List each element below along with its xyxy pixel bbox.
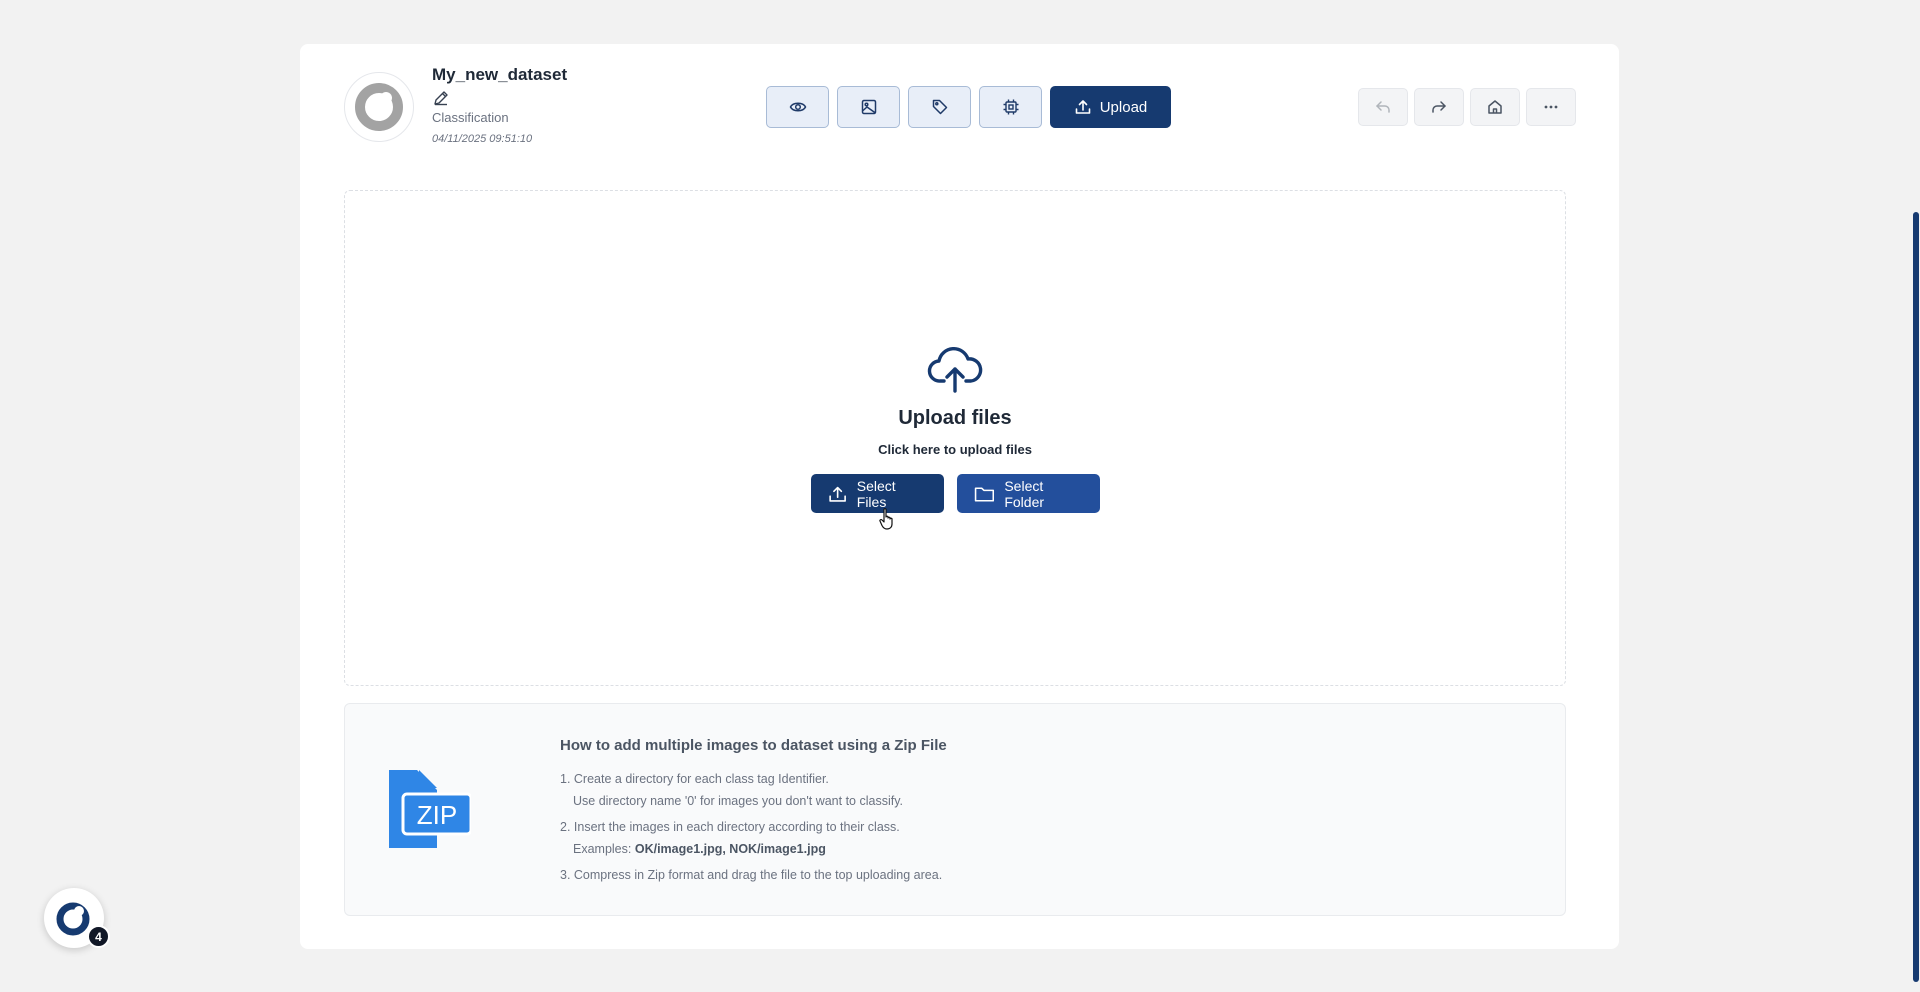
dropzone-content: Upload files Click here to upload files …	[345, 347, 1565, 513]
select-files-label: Select Files	[856, 477, 896, 510]
zip-help-title: How to add multiple images to dataset us…	[560, 737, 947, 754]
dataset-name: My_new_dataset	[432, 65, 568, 84]
step-2-examples: Examples: OK/image1.jpg, NOK/image1.jpg	[560, 838, 947, 860]
select-folder-label: Select Folder	[1004, 477, 1045, 510]
undo-icon	[1376, 101, 1390, 113]
tag-icon	[932, 99, 947, 115]
select-folder-button[interactable]: Select Folder	[956, 474, 1100, 513]
redo-button[interactable]	[1414, 88, 1464, 126]
step-1-note: Use directory name '0' for images you do…	[573, 794, 903, 808]
dropzone-subtitle: Click here to upload files	[878, 442, 1032, 457]
more-icon	[1544, 105, 1558, 109]
hand-cursor-icon	[879, 508, 893, 530]
view-button[interactable]	[766, 86, 829, 128]
zip-help-panel: ZIP How to add multiple images to datase…	[344, 703, 1566, 916]
step-1-text: 1. Create a directory for each class tag…	[560, 772, 829, 786]
home-icon	[1488, 100, 1502, 114]
zip-file-icon: ZIP	[389, 770, 471, 848]
step-3-text: 3. Compress in Zip format and drag the f…	[560, 868, 943, 882]
dataset-title-block: My_new_dataset Classification 04/11/2025…	[432, 64, 567, 146]
upload-button-label: Upload	[1099, 98, 1148, 116]
chip-icon	[1003, 99, 1018, 115]
dataset-logo-icon	[355, 83, 403, 131]
step-1: 1. Create a directory for each class tag…	[560, 768, 947, 812]
notification-badge: 4	[87, 925, 110, 948]
select-files-button[interactable]: Select Files	[810, 474, 944, 513]
upload-icon	[828, 486, 846, 502]
tags-button[interactable]	[908, 86, 971, 128]
cloud-upload-icon	[927, 347, 983, 393]
redo-icon	[1432, 101, 1446, 113]
dataset-toolbar: Upload	[766, 86, 1171, 128]
home-button[interactable]	[1470, 88, 1520, 126]
more-button[interactable]	[1526, 88, 1576, 126]
upload-icon	[1075, 100, 1091, 114]
dataset-date: 04/11/2025 09:51:10	[432, 133, 533, 145]
zip-help-text: How to add multiple images to dataset us…	[560, 737, 947, 890]
step-2: 2. Insert the images in each directory a…	[560, 816, 947, 860]
images-button[interactable]	[837, 86, 900, 128]
dataset-card: My_new_dataset Classification 04/11/2025…	[300, 44, 1919, 982]
step-2-examples-values: OK/image1.jpg, NOK/image1.jpg	[634, 842, 826, 856]
zip-label: ZIP	[417, 800, 457, 830]
upload-button[interactable]: Upload	[1050, 86, 1171, 128]
image-icon	[861, 99, 876, 115]
eye-icon	[789, 102, 806, 112]
dataset-avatar	[344, 72, 414, 142]
step-2-examples-prefix: Examples:	[573, 842, 635, 856]
dropzone-title: Upload files	[898, 407, 1012, 429]
model-button[interactable]	[979, 86, 1042, 128]
folder-icon	[974, 486, 994, 502]
step-2-text: 2. Insert the images in each directory a…	[560, 820, 900, 834]
upload-dropzone[interactable]: Upload files Click here to upload files …	[344, 190, 1566, 686]
undo-button[interactable]	[1358, 88, 1408, 126]
zip-help-steps: 1. Create a directory for each class tag…	[560, 768, 947, 886]
scrollbar-thumb[interactable]	[1913, 212, 1919, 982]
dropzone-actions: Select Files Select Folder	[810, 474, 1100, 513]
step-3: 3. Compress in Zip format and drag the f…	[560, 864, 947, 886]
edit-icon[interactable]	[432, 89, 450, 107]
dataset-type: Classification	[432, 110, 509, 125]
nav-buttons	[1358, 88, 1576, 126]
